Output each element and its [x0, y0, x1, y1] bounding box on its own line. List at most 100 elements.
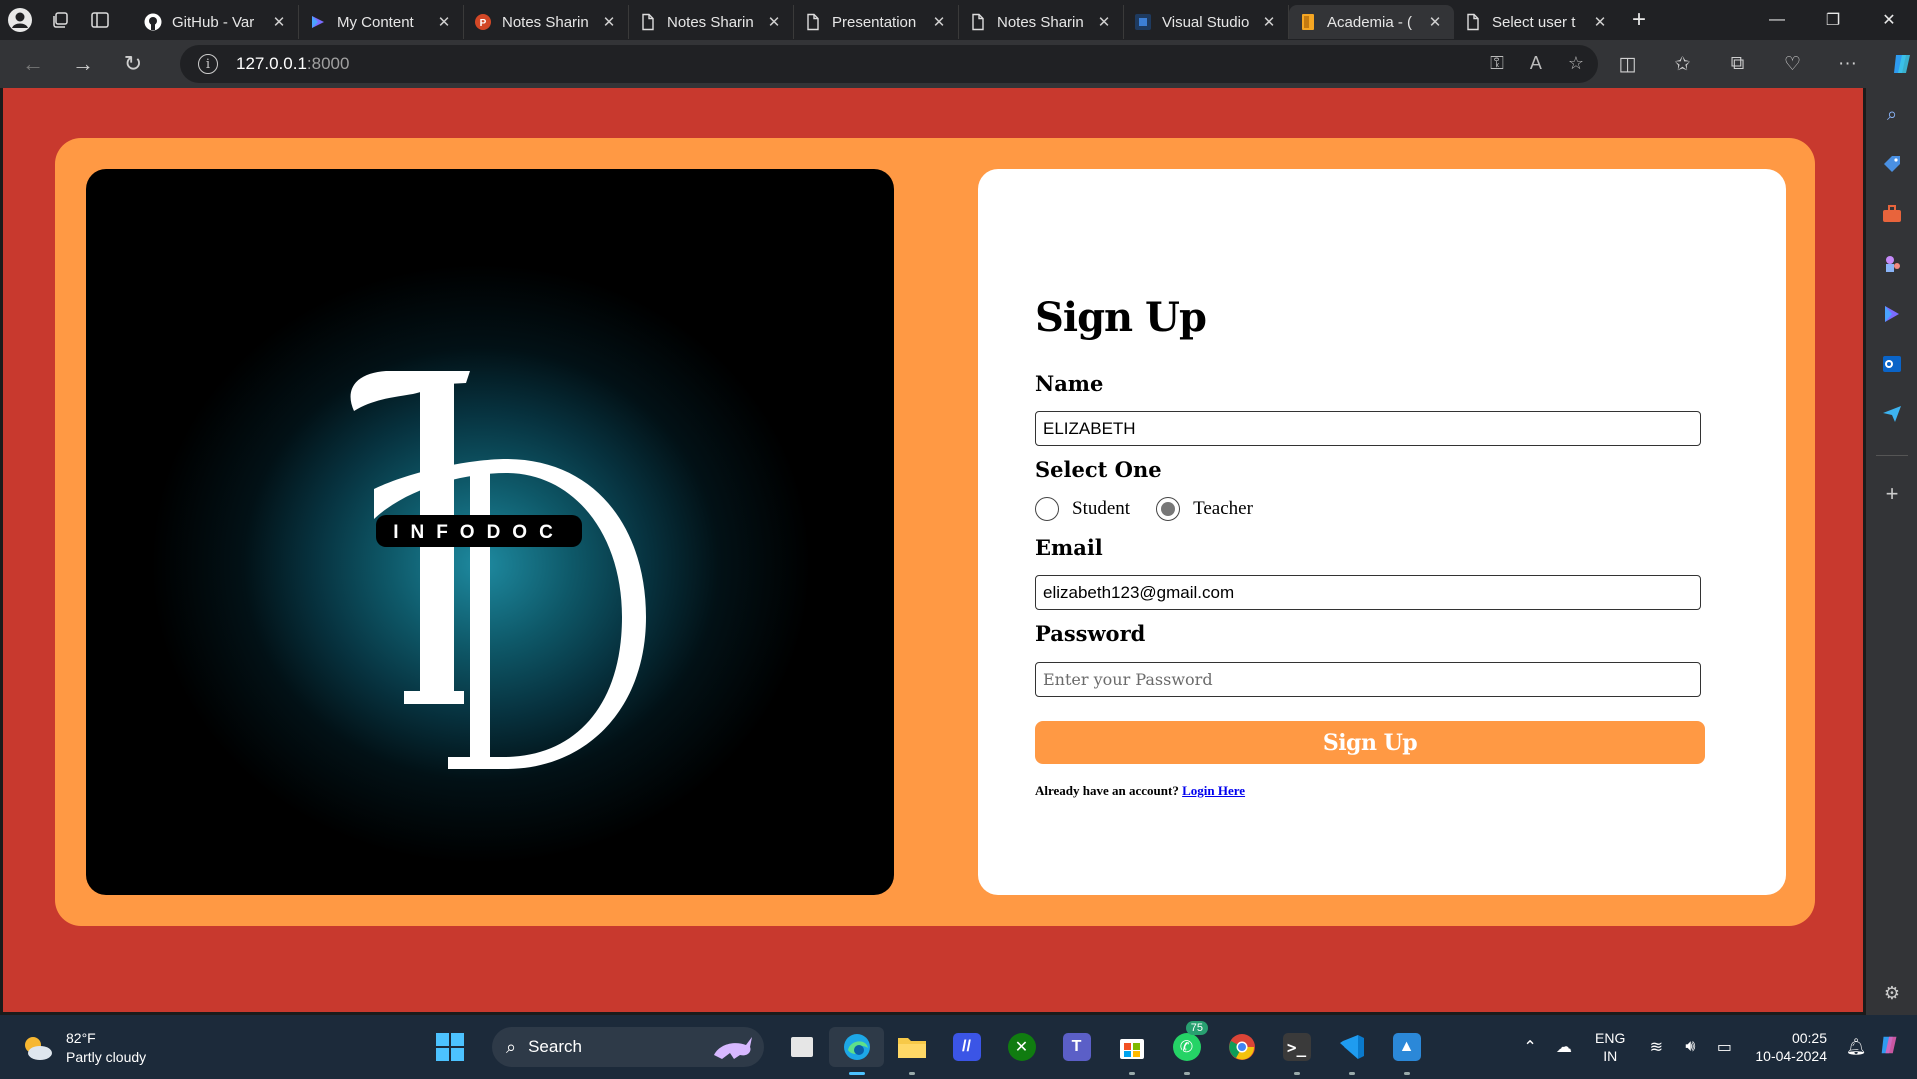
tab-label: Notes Sharin	[667, 13, 754, 31]
tab-notes-sharing-ppt[interactable]: P Notes Sharin ✕	[464, 5, 629, 39]
favorites-icon[interactable]: ✩	[1655, 44, 1710, 84]
clock[interactable]: 00:25 10-04-2024	[1755, 1029, 1827, 1065]
browser-essentials-icon[interactable]: ♡	[1765, 44, 1820, 84]
tab-notes-sharing-doc[interactable]: Notes Sharin ✕	[629, 5, 794, 39]
address-bar[interactable]: i 127.0.0.1:8000 ⚿ A ☆	[180, 45, 1598, 83]
close-icon[interactable]: ✕	[435, 13, 453, 31]
browser-toolbar: ← → ↻ i 127.0.0.1:8000 ⚿ A ☆ ◫ ✩ ⧉ ♡ ···	[0, 40, 1917, 88]
close-icon[interactable]: ✕	[1591, 13, 1609, 31]
favorite-star-icon[interactable]: ☆	[1568, 53, 1584, 74]
signup-button[interactable]: Sign Up	[1035, 721, 1705, 764]
vertical-tabs-icon[interactable]	[80, 2, 120, 38]
battery-icon[interactable]: ▭	[1707, 1037, 1741, 1057]
tab-label: Academia - (	[1327, 13, 1413, 31]
login-link[interactable]: Login Here	[1182, 783, 1245, 798]
taskbar-search[interactable]: ⌕ Search	[492, 1027, 764, 1067]
weather-desc: Partly cloudy	[66, 1049, 147, 1065]
copilot-icon	[312, 16, 324, 28]
profile-avatar[interactable]	[0, 2, 40, 38]
workspaces-icon[interactable]	[40, 2, 80, 38]
tab-notes-sharing-doc-2[interactable]: Notes Sharin ✕	[959, 5, 1124, 39]
close-icon[interactable]: ✕	[930, 13, 948, 31]
close-window-button[interactable]: ✕	[1861, 0, 1917, 40]
read-aloud-icon[interactable]: A	[1530, 53, 1542, 74]
email-label: Email	[1035, 535, 1103, 560]
close-icon[interactable]: ✕	[1260, 13, 1278, 31]
games-icon[interactable]	[1880, 252, 1904, 276]
unicorn-search-highlight-icon	[714, 1037, 752, 1059]
close-icon[interactable]: ✕	[765, 13, 783, 31]
copilot-sidebar-icon[interactable]	[1880, 302, 1904, 326]
search-icon[interactable]: ⌕	[1880, 102, 1904, 126]
close-icon[interactable]: ✕	[1426, 13, 1444, 31]
whatsapp-icon[interactable]: ✆ 75	[1159, 1021, 1214, 1075]
restore-button[interactable]: ❐	[1805, 0, 1861, 40]
whatsapp-badge: 75	[1185, 1021, 1208, 1035]
xbox-icon[interactable]: ✕	[994, 1027, 1049, 1067]
weather-widget[interactable]: 82°F Partly cloudy	[20, 1029, 146, 1067]
file-explorer-icon[interactable]	[884, 1027, 939, 1075]
microsoft-store-icon[interactable]	[1104, 1027, 1159, 1075]
tab-academia[interactable]: Academia - ( ✕	[1289, 5, 1454, 39]
copilot-taskbar-icon[interactable]	[1873, 1033, 1907, 1062]
tools-icon[interactable]	[1880, 202, 1904, 226]
tab-select-user[interactable]: Select user t ✕	[1454, 5, 1619, 39]
collections-icon[interactable]: ⧉	[1710, 44, 1765, 84]
key-icon[interactable]: ⚿	[1490, 53, 1504, 74]
start-button[interactable]	[430, 1027, 470, 1067]
chrome-icon[interactable]	[1214, 1027, 1269, 1067]
wifi-icon[interactable]: ≋	[1639, 1037, 1673, 1057]
tab-visual-studio[interactable]: Visual Studio ✕	[1124, 5, 1289, 39]
chevron-up-icon[interactable]: ⌃	[1513, 1037, 1547, 1057]
close-icon[interactable]: ✕	[600, 13, 618, 31]
close-icon[interactable]: ✕	[1095, 13, 1113, 31]
visual-studio-icon	[1135, 14, 1151, 30]
select-one-label: Select One	[1035, 457, 1162, 482]
outlook-icon[interactable]	[1880, 352, 1904, 376]
language-indicator[interactable]: ENG IN	[1595, 1029, 1625, 1065]
terminal-icon[interactable]: >_	[1269, 1027, 1324, 1075]
github-icon	[144, 13, 162, 31]
volume-icon[interactable]: 🔊︎	[1673, 1038, 1707, 1056]
add-sidebar-app-icon[interactable]: +	[1880, 481, 1904, 506]
signup-form: Sign Up Name Select One Student Teacher …	[978, 169, 1786, 895]
tab-github[interactable]: GitHub - Var ✕	[134, 5, 299, 39]
student-radio[interactable]	[1035, 497, 1059, 521]
tab-my-content[interactable]: My Content ✕	[299, 5, 464, 39]
notification-bell-icon[interactable]: 🔔︎	[1839, 1037, 1873, 1057]
task-view-button[interactable]	[774, 1027, 829, 1067]
shopping-tag-icon[interactable]	[1880, 152, 1904, 176]
tab-label: GitHub - Var	[172, 13, 255, 31]
tab-label: Notes Sharin	[502, 13, 589, 31]
photos-icon[interactable]: ▲	[1379, 1027, 1434, 1075]
tab-presentation[interactable]: Presentation ✕	[794, 5, 959, 39]
new-tab-button[interactable]: +	[1619, 2, 1659, 38]
page-title: Sign Up	[1035, 294, 1207, 341]
password-input[interactable]	[1035, 662, 1701, 697]
refresh-button[interactable]: ↻	[108, 44, 158, 84]
teams-icon[interactable]: T	[1049, 1027, 1104, 1067]
split-screen-icon[interactable]: ◫	[1600, 44, 1655, 84]
student-radio-label: Student	[1072, 498, 1131, 519]
forward-button[interactable]: →	[58, 44, 108, 84]
edge-taskbar-icon[interactable]	[829, 1027, 884, 1075]
sidebar-settings-icon[interactable]: ⚙	[1880, 981, 1904, 1005]
sidebar-divider	[1876, 455, 1908, 456]
copilot-icon[interactable]	[1875, 44, 1917, 84]
teacher-radio[interactable]	[1156, 497, 1181, 521]
vscode-icon[interactable]	[1324, 1027, 1379, 1075]
page-background: INFODOC Sign Up Name Select One Student …	[0, 88, 1866, 1015]
power-automate-icon[interactable]: //	[939, 1027, 994, 1067]
close-icon[interactable]: ✕	[270, 13, 288, 31]
name-input[interactable]	[1035, 411, 1701, 446]
email-input[interactable]	[1035, 575, 1701, 610]
minimize-button[interactable]: —	[1749, 0, 1805, 40]
url-port: :8000	[306, 54, 350, 73]
weather-temp: 82°F	[66, 1030, 96, 1046]
window-controls: — ❐ ✕	[1749, 0, 1917, 40]
send-icon[interactable]	[1880, 402, 1904, 426]
more-menu-icon[interactable]: ···	[1820, 44, 1875, 84]
onedrive-cloud-icon[interactable]: ☁	[1547, 1037, 1581, 1057]
back-button[interactable]: ←	[8, 44, 58, 84]
site-info-icon[interactable]: i	[198, 54, 218, 74]
